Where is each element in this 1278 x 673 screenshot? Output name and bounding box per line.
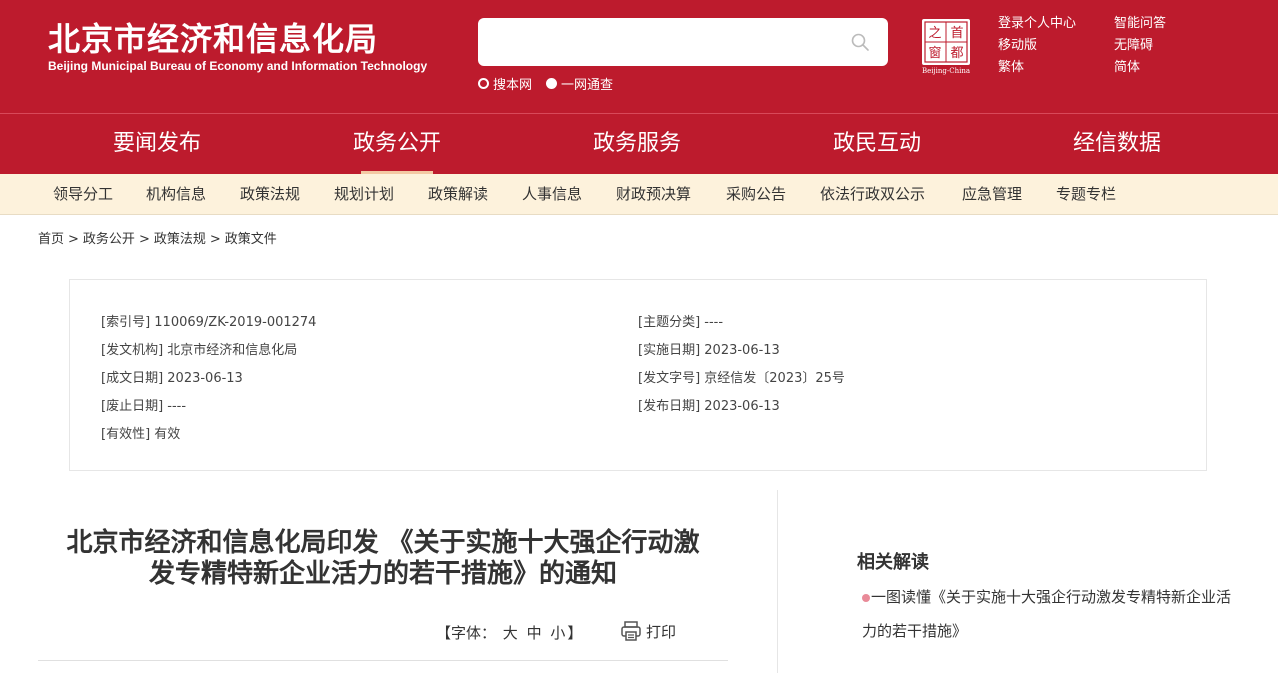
scope-all-radio[interactable]: 一网通查: [546, 74, 613, 93]
bullet-icon: [862, 593, 870, 602]
logo-char-1: 之: [928, 26, 941, 41]
site-title-cn[interactable]: 北京市经济和信息化局: [48, 14, 378, 60]
scope-site-label: 搜本网: [493, 78, 533, 93]
font-label-close: 】: [567, 624, 583, 642]
meta-effective-date: [实施日期] 2023-06-13: [638, 343, 780, 358]
logo-char-4: 都: [950, 46, 963, 61]
link-login[interactable]: 登录个人中心: [998, 15, 1114, 33]
font-size-control: 【字体： 大 中 小】: [436, 622, 582, 643]
scope-site-radio[interactable]: 搜本网: [478, 74, 532, 93]
subnav-disclosure[interactable]: 依法行政双公示: [820, 174, 925, 215]
logo-char-3: 窗: [928, 45, 941, 61]
article-title-line2: 发专精特新企业活力的若干措施》的通知: [148, 559, 617, 589]
meta-validity: [有效性] 有效: [101, 427, 181, 442]
printer-icon: [621, 621, 641, 641]
subnav-plans[interactable]: 规划计划: [334, 174, 394, 215]
related-item-label: 一图读懂《关于实施十大强企行动激发专精特新企业活力的若干措施》: [862, 588, 1232, 640]
print-label: 打印: [646, 622, 677, 641]
breadcrumb-gov-affairs[interactable]: 政务公开: [83, 232, 135, 247]
link-smart-qa[interactable]: 智能问答: [1114, 15, 1194, 33]
article-title: 北京市经济和信息化局印发 《关于实施十大强企行动激 发专精特新企业活力的若干措施…: [38, 528, 728, 590]
radio-checked-icon: [546, 78, 558, 89]
subnav-procurement[interactable]: 采购公告: [726, 174, 786, 215]
link-mobile[interactable]: 移动版: [998, 37, 1114, 55]
scope-all-label: 一网通查: [561, 78, 614, 93]
font-small-button[interactable]: 小: [550, 624, 565, 642]
search-input[interactable]: [478, 18, 888, 66]
breadcrumb-sep: >: [138, 232, 150, 247]
article-title-line1: 北京市经济和信息化局印发 《关于实施十大强企行动激: [66, 528, 700, 558]
print-button[interactable]: 打印: [620, 620, 676, 642]
nav-data[interactable]: 经信数据: [997, 114, 1237, 174]
nav-interaction[interactable]: 政民互动: [757, 114, 997, 174]
site-header: 北京市经济和信息化局 Beijing Municipal Bureau of E…: [0, 0, 1278, 113]
breadcrumb-sep: >: [209, 232, 221, 247]
meta-written-date: [成文日期] 2023-06-13: [101, 371, 243, 386]
meta-index-no: [索引号] 110069/ZK-2019-001274: [101, 315, 317, 330]
meta-doc-number: [发文字号] 京经信发〔2023〕25号: [638, 371, 845, 386]
meta-issuer: [发文机构] 北京市经济和信息化局: [101, 343, 298, 358]
subnav-policy[interactable]: 政策法规: [240, 174, 300, 215]
breadcrumb: 首页 > 政务公开 > 政策法规 > 政策文件: [38, 228, 277, 247]
meta-publish-date: [发布日期] 2023-06-13: [638, 399, 780, 414]
subnav-org[interactable]: 机构信息: [146, 174, 206, 215]
font-large-button[interactable]: 大: [503, 624, 518, 642]
breadcrumb-home[interactable]: 首页: [38, 232, 64, 247]
link-traditional[interactable]: 繁体: [998, 59, 1114, 77]
meta-subject: [主题分类] ----: [638, 315, 724, 330]
subnav-emergency[interactable]: 应急管理: [962, 174, 1022, 215]
search-scope: 搜本网 一网通查: [478, 74, 613, 93]
subnav-leaders[interactable]: 领导分工: [53, 174, 113, 215]
font-label-open: 【字体：: [436, 624, 497, 642]
search-icon[interactable]: [850, 32, 870, 52]
sub-nav: 领导分工 机构信息 政策法规 规划计划 政策解读 人事信息 财政预决算 采购公告…: [0, 174, 1278, 215]
radio-unchecked-icon: [478, 78, 489, 89]
related-title: 相关解读: [857, 552, 929, 573]
column-divider: [777, 490, 778, 673]
subnav-topics[interactable]: 专题专栏: [1056, 174, 1116, 215]
logo-caption: Beijing-China: [922, 67, 970, 75]
capital-window-logo[interactable]: 之 首 窗 都 Beijing-China: [918, 17, 974, 75]
main-nav: 要闻发布 政务公开 政务服务 政民互动 经信数据: [0, 113, 1278, 174]
nav-gov-affairs[interactable]: 政务公开: [277, 114, 517, 174]
article-divider: [38, 660, 728, 661]
subnav-interpretation[interactable]: 政策解读: [428, 174, 488, 215]
subnav-personnel[interactable]: 人事信息: [522, 174, 582, 215]
link-simplified[interactable]: 简体: [1114, 59, 1194, 77]
link-accessibility[interactable]: 无障碍: [1114, 37, 1194, 55]
subnav-budget[interactable]: 财政预决算: [616, 174, 691, 215]
document-metadata: [索引号] 110069/ZK-2019-001274 [发文机构] 北京市经济…: [69, 279, 1207, 471]
breadcrumb-policy-docs[interactable]: 政策文件: [225, 232, 277, 247]
related-item[interactable]: 一图读懂《关于实施十大强企行动激发专精特新企业活力的若干措施》: [862, 580, 1232, 648]
top-links: 登录个人中心 智能问答 移动版 无障碍 繁体 简体: [998, 15, 1194, 77]
meta-repeal-date: [废止日期] ----: [101, 399, 187, 414]
nav-news[interactable]: 要闻发布: [37, 114, 277, 174]
breadcrumb-policy[interactable]: 政策法规: [154, 232, 206, 247]
breadcrumb-sep: >: [68, 232, 79, 247]
nav-gov-services[interactable]: 政务服务: [517, 114, 757, 174]
logo-char-2: 首: [950, 26, 963, 41]
site-title-en[interactable]: Beijing Municipal Bureau of Economy and …: [48, 59, 427, 73]
font-medium-button[interactable]: 中: [527, 624, 542, 642]
